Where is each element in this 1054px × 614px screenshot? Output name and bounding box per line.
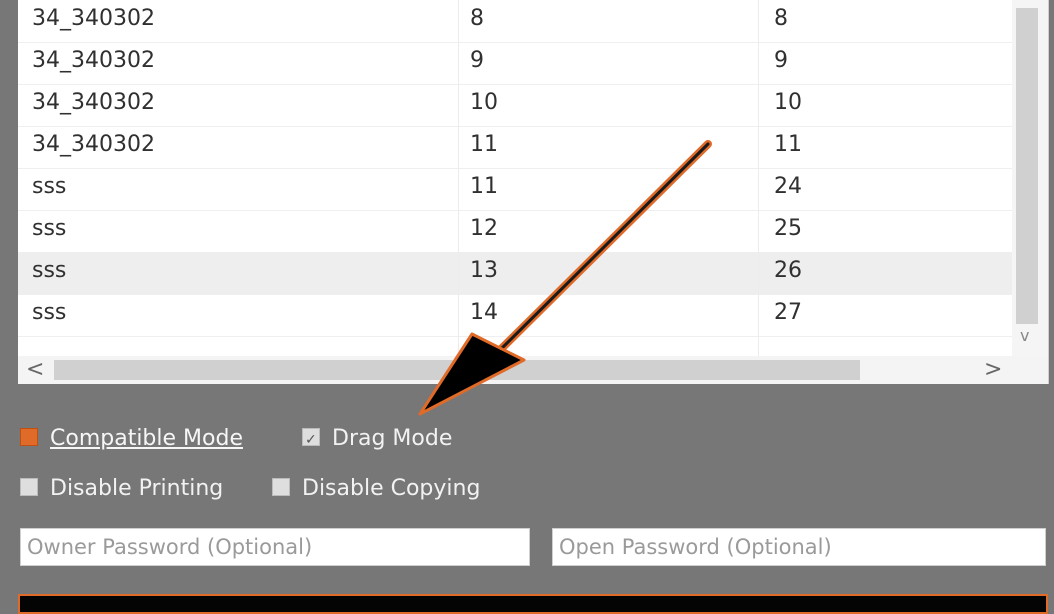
annotation-arrow-icon <box>418 140 712 416</box>
